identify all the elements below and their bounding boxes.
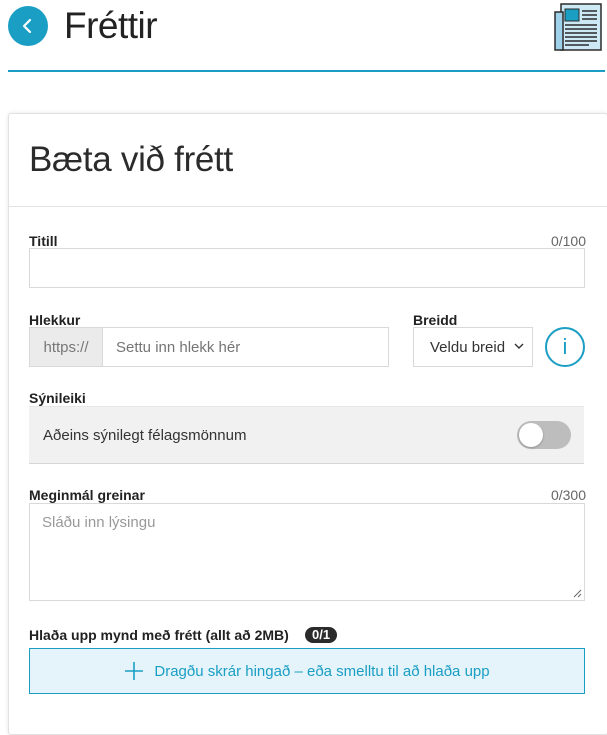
members-only-label: Aðeins sýnilegt félagsmönnum (43, 427, 247, 444)
form-title-divider (9, 206, 607, 207)
info-icon: i (562, 334, 568, 359)
upload-label: Hlaða upp mynd með frétt (allt að 2MB) (29, 627, 289, 643)
link-prefix: https:// (29, 327, 103, 367)
page-header: Fréttir (0, 0, 607, 72)
upload-count-badge: 0/1 (305, 627, 338, 643)
title-input[interactable] (29, 248, 585, 288)
body-label: Meginmál greinar (29, 487, 145, 503)
form-title: Bæta við frétt (29, 140, 233, 179)
chevron-down-icon (514, 343, 524, 349)
body-counter: 0/300 (550, 487, 586, 503)
dropzone-text: Dragðu skrár hingað – eða smelltu til að… (154, 662, 490, 680)
members-only-toggle[interactable] (517, 421, 571, 449)
header-divider (8, 70, 605, 72)
width-select-value: Veldu breid (430, 338, 506, 356)
resize-handle-icon[interactable] (573, 589, 582, 598)
upload-dropzone[interactable]: Dragðu skrár hingað – eða smelltu til að… (29, 648, 585, 694)
newspaper-icon (554, 3, 602, 51)
page-title: Fréttir (64, 5, 158, 46)
width-select[interactable]: Veldu breid (413, 327, 533, 367)
chevron-left-icon (22, 18, 32, 34)
visibility-row: Aðeins sýnilegt félagsmönnum (29, 406, 584, 464)
width-label: Breidd (413, 312, 458, 328)
info-button[interactable]: i (545, 327, 585, 367)
visibility-label: Sýnileiki (29, 390, 86, 406)
title-counter: 0/100 (550, 233, 586, 249)
body-placeholder: Sláðu inn lýsingu (42, 514, 156, 531)
plus-icon (124, 661, 144, 681)
link-label: Hlekkur (29, 312, 81, 328)
link-input[interactable] (102, 327, 389, 367)
toggle-knob (519, 423, 543, 447)
add-news-form: Bæta við frétt Titill 0/100 Hlekkur http… (8, 113, 607, 735)
body-textarea[interactable]: Sláðu inn lýsingu (29, 503, 585, 601)
title-label: Titill (29, 233, 58, 249)
back-button[interactable] (8, 6, 48, 46)
